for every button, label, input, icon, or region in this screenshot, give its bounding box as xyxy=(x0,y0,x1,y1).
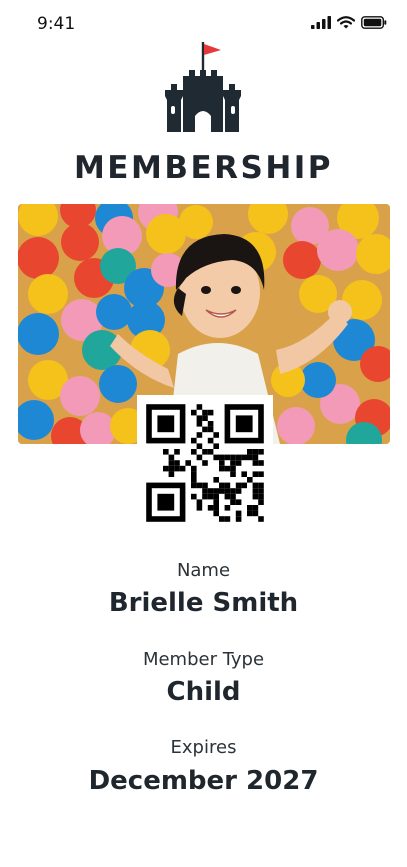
qr-code[interactable] xyxy=(137,395,273,531)
status-time: 9:41 xyxy=(37,14,76,34)
castle-icon xyxy=(165,42,241,132)
qr-code-icon xyxy=(146,404,264,522)
member-type-value: Child xyxy=(166,677,241,707)
page-title: MEMBERSHIP xyxy=(73,150,334,186)
expires-value: December 2027 xyxy=(88,766,319,796)
expires-label: Expires xyxy=(170,737,237,758)
signal-icon xyxy=(311,16,331,29)
wifi-icon xyxy=(337,16,355,29)
name-label: Name xyxy=(176,560,231,581)
member-type-label: Member Type xyxy=(142,649,265,670)
name-value: Brielle Smith xyxy=(108,588,299,618)
battery-icon xyxy=(361,16,387,29)
status-icons xyxy=(311,16,387,29)
